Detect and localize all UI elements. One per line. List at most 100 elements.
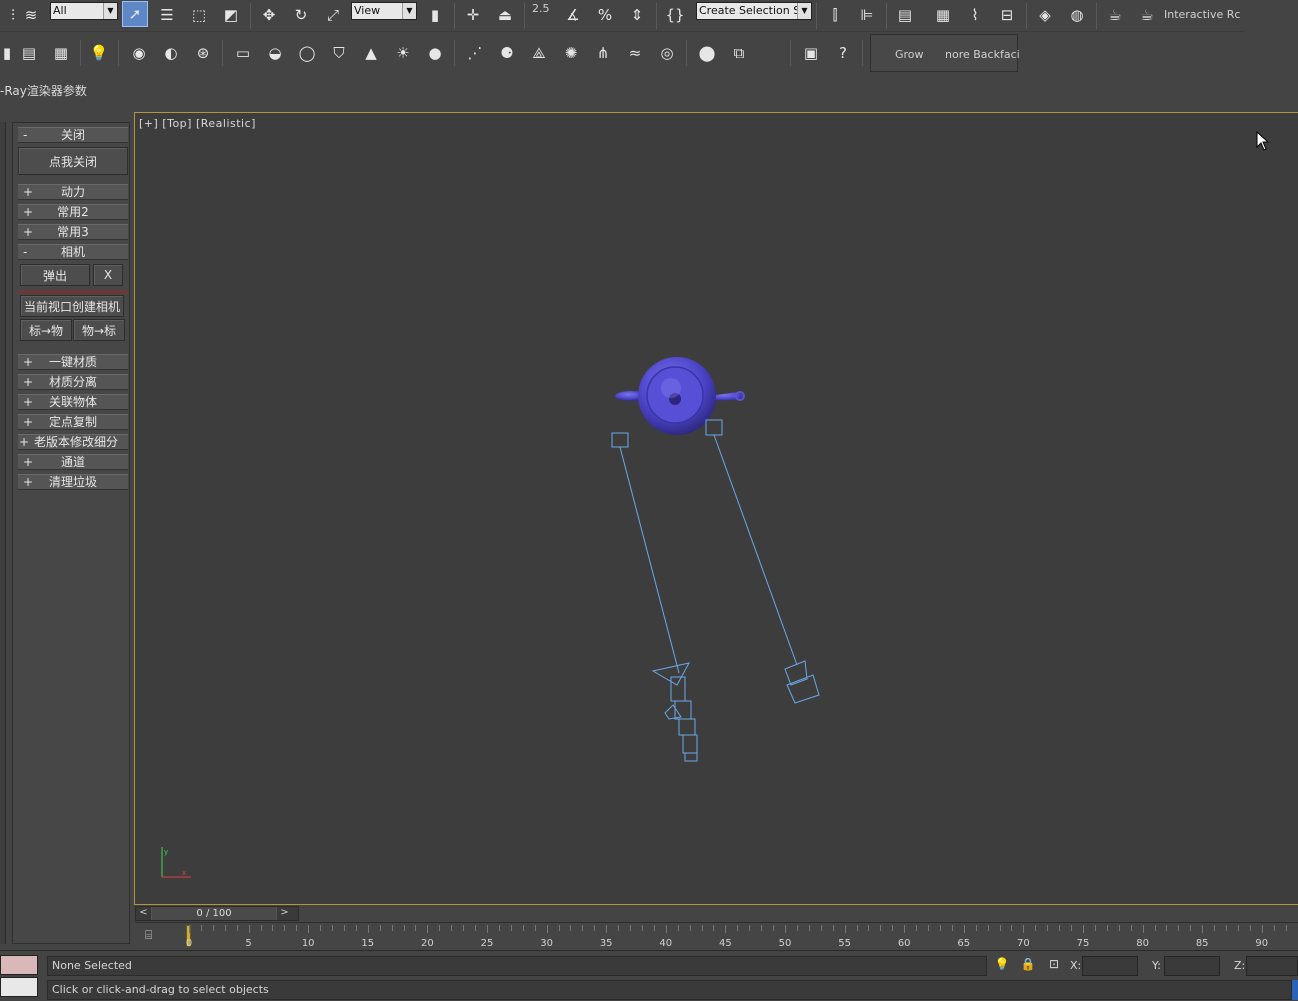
object-to-target-button[interactable]: 物→标: [73, 319, 125, 341]
vray-material-icon[interactable]: ⬤: [694, 40, 720, 66]
grow-button[interactable]: Grow: [895, 48, 924, 61]
create-camera-button[interactable]: 当前视口创建相机: [20, 295, 124, 317]
vray-ambient-light-icon[interactable]: ●: [422, 40, 448, 66]
x-coord-field[interactable]: [1082, 956, 1138, 976]
isolate-selection-icon[interactable]: 💡: [994, 957, 1010, 973]
manipulate-icon[interactable]: ✛: [460, 2, 486, 28]
track-bar-tick: [916, 925, 918, 931]
maxscript-mini-listener[interactable]: [0, 977, 38, 997]
vray-settings-icon[interactable]: ▣: [798, 40, 824, 66]
named-selection-dropdown[interactable]: Create Selection Se ▼: [696, 2, 812, 20]
render-setup-icon[interactable]: ◍: [1064, 2, 1090, 28]
absolute-mode-icon[interactable]: ⊡: [1046, 957, 1062, 973]
interactive-render-label[interactable]: Interactive Rc: [1164, 8, 1240, 21]
bind-space-warp-icon[interactable]: ≋: [18, 2, 44, 28]
rendered-frame-window-icon[interactable]: ☕: [1102, 2, 1128, 28]
rollout-item[interactable]: + 通道: [18, 454, 128, 470]
align-icon[interactable]: ⊫: [854, 2, 880, 28]
selection-lock-icon[interactable]: 🔒: [1020, 957, 1036, 973]
ribbon-icon[interactable]: ▦: [930, 2, 956, 28]
vray-sphere-light-icon[interactable]: ◯: [294, 40, 320, 66]
vray-metaball-icon[interactable]: ⚈: [494, 40, 520, 66]
reference-coord-dropdown[interactable]: View ▼: [351, 2, 417, 20]
vray-sphere-icon[interactable]: ◐: [158, 40, 184, 66]
rollout-close[interactable]: - 关闭: [18, 127, 128, 143]
camera-1[interactable]: [611, 432, 698, 762]
track-bar-tick: [1285, 925, 1287, 931]
move-icon[interactable]: ✥: [256, 2, 282, 28]
track-bar[interactable]: ⌸ 0 5 10 15 20 25 30 35 40 45 50 55 60 65 70 75 80 85 90: [135, 922, 1298, 950]
y-coord-field[interactable]: [1164, 956, 1220, 976]
mini-curve-editor-icon[interactable]: ⌸: [145, 928, 165, 944]
popup-button[interactable]: 弹出: [20, 264, 90, 286]
track-bar-frame-label: 85: [1195, 938, 1209, 949]
percent-snap-icon[interactable]: %: [592, 2, 618, 28]
material-editor-icon[interactable]: ◈: [1032, 2, 1058, 28]
help-icon[interactable]: ?: [830, 40, 856, 66]
vray-plane-light-icon[interactable]: ▭: [230, 40, 256, 66]
vray-proxy-icon[interactable]: ⋰: [462, 40, 488, 66]
track-bar-frame-label: 55: [838, 938, 851, 949]
track-bar-tick: [510, 925, 512, 931]
select-by-name-icon[interactable]: ☰: [154, 2, 180, 28]
rollout-item[interactable]: + 清理垃圾: [18, 474, 128, 490]
rotate-icon[interactable]: ↻: [288, 2, 314, 28]
vray-dome-light-icon[interactable]: ◒: [262, 40, 288, 66]
angle-snap-icon[interactable]: ∡: [560, 2, 586, 28]
x-button[interactable]: X: [93, 264, 123, 286]
select-object-icon[interactable]: ➚: [122, 1, 148, 27]
viewport-label[interactable]: [+] [Top] [Realistic]: [139, 117, 256, 130]
keyboard-shortcut-icon[interactable]: ⏏: [492, 2, 518, 28]
track-bar-tick: [498, 925, 500, 931]
maxscript-listener-swatch[interactable]: [0, 955, 38, 975]
left-panel-scrollbar[interactable]: [0, 122, 6, 944]
time-slider-prev-button[interactable]: <: [136, 907, 152, 920]
rectangular-selection-icon[interactable]: ⬚: [186, 2, 212, 28]
selection-filter-dropdown[interactable]: All ▼: [50, 2, 118, 20]
vray-grass-icon[interactable]: ⋔: [590, 40, 616, 66]
schematic-view-icon[interactable]: ⊟: [994, 2, 1020, 28]
vray-vfb-icon[interactable]: ⧉: [726, 40, 752, 66]
camera-2[interactable]: [705, 419, 820, 704]
window-crossing-icon[interactable]: ◩: [218, 2, 244, 28]
rollout-item[interactable]: + 定点复制: [18, 414, 128, 430]
layer-manager-icon[interactable]: ▤: [892, 2, 918, 28]
spinner-snap-icon[interactable]: ⇕: [624, 2, 650, 28]
rollout-camera[interactable]: - 相机: [18, 244, 128, 260]
target-to-object-button[interactable]: 标→物: [20, 319, 72, 341]
rollout-item[interactable]: + 动力: [18, 184, 128, 200]
vray-sun-icon[interactable]: ☀: [390, 40, 416, 66]
rollout-item[interactable]: + 老版本修改细分: [18, 434, 128, 450]
list-view-icon[interactable]: ▤: [16, 40, 42, 66]
vray-displacement-icon[interactable]: ◎: [654, 40, 680, 66]
z-coord-field[interactable]: [1246, 956, 1298, 976]
rollout-item[interactable]: + 常用3: [18, 224, 128, 240]
edit-named-selection-icon[interactable]: {}: [662, 2, 688, 28]
snap-toggle-label[interactable]: 2.5: [532, 2, 550, 15]
time-slider[interactable]: < 0 / 100 >: [135, 906, 299, 921]
curve-editor-icon[interactable]: ⌇: [962, 2, 988, 28]
vray-plane-icon[interactable]: ⟁: [526, 40, 552, 66]
viewport-top[interactable]: y x: [134, 112, 1298, 905]
vray-film-icon[interactable]: ⊛: [190, 40, 216, 66]
rollout-item[interactable]: + 一键材质: [18, 354, 128, 370]
vray-ies-light-icon[interactable]: ▲: [358, 40, 384, 66]
vray-fur-icon[interactable]: ✺: [558, 40, 584, 66]
close-button[interactable]: 点我关闭: [18, 147, 128, 175]
render-production-icon[interactable]: ☕: [1134, 2, 1160, 28]
vray-mesh-light-icon[interactable]: ⛉: [326, 40, 352, 66]
time-slider-next-button[interactable]: >: [276, 907, 292, 920]
vray-hair-icon[interactable]: ≈: [622, 40, 648, 66]
rollout-item[interactable]: + 常用2: [18, 204, 128, 220]
time-slider-position[interactable]: 0 / 100: [152, 907, 276, 920]
ignore-backface-button[interactable]: nore Backfaci: [945, 48, 1020, 61]
mirror-icon[interactable]: ⫿: [822, 2, 848, 28]
grid-view-icon[interactable]: ▦: [48, 40, 74, 66]
scale-icon[interactable]: ⤢: [320, 2, 346, 28]
rollout-item[interactable]: + 关联物体: [18, 394, 128, 410]
teapot[interactable]: [615, 357, 745, 435]
rollout-item[interactable]: + 材质分离: [18, 374, 128, 390]
pivot-center-icon[interactable]: ▮: [422, 2, 448, 28]
light-lister-icon[interactable]: 💡: [86, 40, 112, 66]
vray-camera-icon[interactable]: ◉: [126, 40, 152, 66]
